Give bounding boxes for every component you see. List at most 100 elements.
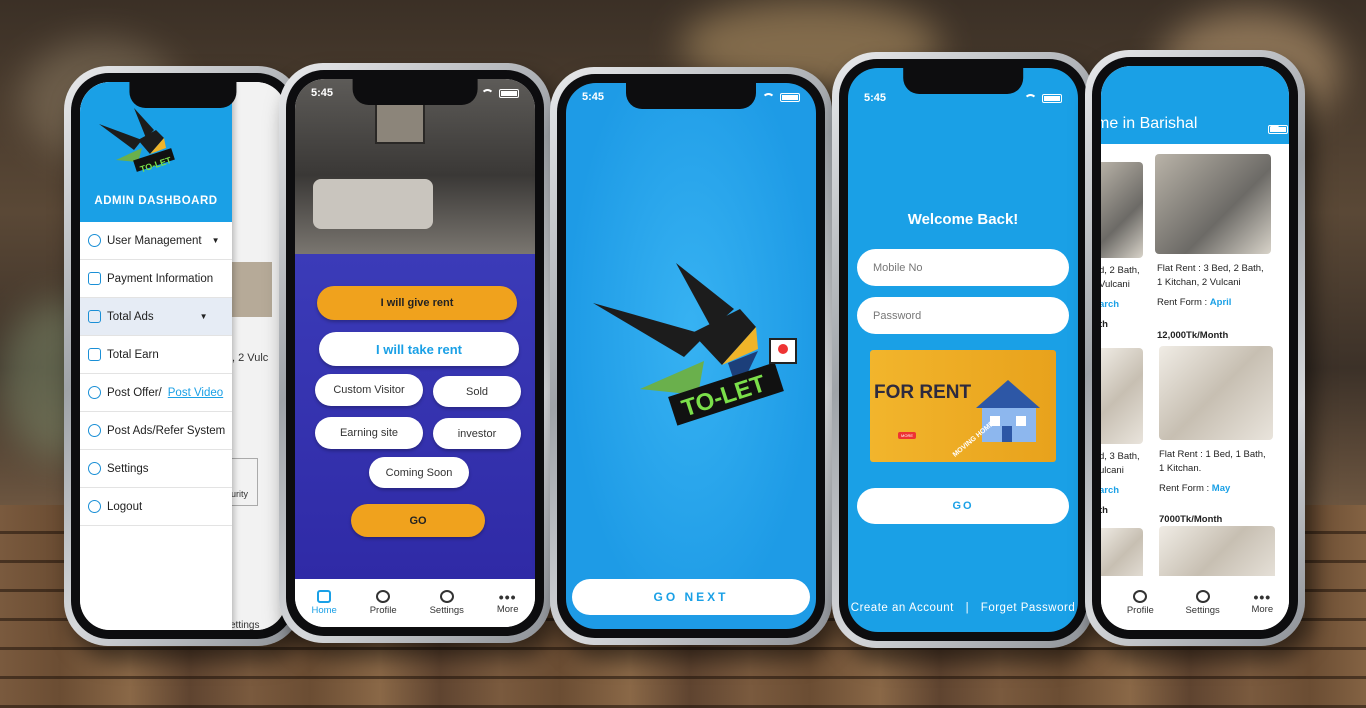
battery-icon [1268,125,1288,134]
menu-label: Post Ads/Refer System [107,424,226,437]
wallet-icon [88,272,101,285]
to-let-bird-logo: TO-LET [99,108,175,174]
notch [626,83,756,109]
give-rent-button[interactable]: I will give rent [317,286,517,320]
tab-label: Home [311,605,337,616]
battery-icon [1042,93,1062,103]
link-separator: | [965,602,970,614]
options-screen: 5:45 I will give rent I will take rent C… [295,79,535,627]
listing-photo[interactable] [1155,154,1271,254]
tab-label: Profile [369,605,397,616]
for-rent-banner[interactable]: FOR RENT MORE MOVING HOME [870,350,1056,462]
status-time: 5:45 [864,92,887,104]
tab-more[interactable]: ••• More [497,588,519,615]
tab-settings[interactable]: Settings [430,590,464,616]
menu-total-earn[interactable]: Total Earn [80,336,232,374]
menu-settings[interactable]: Settings [80,450,232,488]
welcome-heading: Welcome Back! [907,211,1019,228]
caret-down-icon: ▼ [211,236,220,245]
menu-total-ads[interactable]: Total Ads ▼ [80,298,232,336]
go-next-button[interactable]: GO NEXT [572,579,810,615]
menu-label: Settings [107,462,149,475]
wifi-icon [1024,93,1037,103]
phone-admin-dashboard: , 2 Vulc urity ettings TO-LET ADMIN DASH… [64,66,302,646]
wifi-icon [762,92,775,102]
percent-icon [88,386,101,399]
sold-button[interactable]: Sold [433,376,521,407]
rent-month: April [1209,297,1232,308]
listings-title: me in Barishal [1101,115,1198,132]
caret-down-icon: ▼ [199,312,208,321]
forget-password-link[interactable]: Forget Password [981,602,1075,614]
menu-post-ads-refer[interactable]: Post Ads/Refer System [80,412,232,450]
menu-payment-information[interactable]: Payment Information [80,260,232,298]
listing-photo[interactable] [1101,162,1143,258]
menu-logout[interactable]: Logout [80,488,232,526]
notch [903,68,1023,94]
tab-more[interactable]: ••• More [1251,588,1273,615]
profile-icon [1133,590,1148,603]
tab-label: Settings [429,605,464,616]
listing-photo[interactable] [1159,346,1273,440]
menu-post-offer[interactable]: Post Offer/Post Video [80,374,232,412]
listing-card-1-details: Flat Rent : 3 Bed, 2 Bath, 1 Kitchan, 2 … [1157,262,1264,310]
security-tile[interactable]: urity [230,458,258,506]
user-icon [88,234,101,247]
battery-icon [499,88,519,98]
listing-card-2-price: 7000Tk/Month [1159,514,1223,525]
menu-label: Post Offer/ [107,386,162,399]
ads-icon [88,310,101,323]
house-illustration [976,380,1040,442]
notch [352,79,478,105]
gear-icon [439,590,454,603]
earnings-icon [88,348,101,361]
listing-photo[interactable] [1101,348,1143,444]
tab-profile[interactable]: Profile [1127,590,1154,616]
more-dots-icon: ••• [1253,588,1272,605]
listing-card-2-details: Flat Rent : 1 Bed, 1 Bath, 1 Kitchan. Re… [1159,448,1266,496]
tab-label: Profile [1126,605,1154,616]
menu-user-management[interactable]: User Management ▼ [80,222,232,260]
to-let-bird-logo: TO-LET [593,263,797,426]
rent-from-label: Rent Form : [1159,483,1210,494]
login-screen: 5:45 Welcome Back! Mobile No Password FO… [848,68,1078,632]
post-video-link[interactable]: Post Video [168,387,223,399]
status-time: 5:45 [311,87,334,99]
auth-links: Create an Account | Forget Password [848,602,1078,614]
tab-bar: Home Profile Settings ••• More [295,579,535,627]
earning-site-button[interactable]: Earning site [315,417,423,449]
tab-settings[interactable]: Settings [1185,590,1220,616]
menu-label: Total Earn [107,348,159,361]
take-rent-button[interactable]: I will take rent [319,332,519,366]
go-button[interactable]: GO [857,488,1069,524]
more-dots-icon: ••• [498,588,517,605]
listing-partial-details: d, 2 Bath,Vulcaniarchth [1101,265,1140,330]
create-account-link[interactable]: Create an Account [851,602,954,614]
coming-soon-button[interactable]: Coming Soon [369,457,469,488]
listing-partial-details: d, 3 Bath,ulcaniarchth [1101,451,1140,516]
listing-card-1-price: 12,000Tk/Month [1157,330,1229,341]
background-text: , 2 Vulc [232,352,269,364]
drawer-title: ADMIN DASHBOARD [94,195,218,207]
gear-icon [88,462,101,475]
logout-icon [88,500,101,513]
tab-home[interactable]: Home [311,590,337,616]
phone-splash: 5:45 TO-LET GO NEXT [550,67,832,645]
tab-profile[interactable]: Profile [370,590,397,616]
gear-icon [1195,590,1210,603]
home-icon [317,590,332,603]
go-button[interactable]: GO [351,504,485,537]
listings-screen: me in Barishal d, 2 Bath,Vulcaniarchth F… [1101,66,1289,630]
banner-more-button[interactable]: MORE [898,432,916,439]
password-field[interactable]: Password [857,297,1069,334]
mobile-field[interactable]: Mobile No [857,249,1069,286]
listing-rooms: Flat Rent : 3 Bed, 2 Bath, [1157,263,1264,274]
menu-label: User Management [107,234,202,247]
settings-tab-partial[interactable]: ettings [230,620,259,630]
thumbnail [232,262,272,317]
rent-from-label: Rent Form : [1157,297,1208,308]
menu-label: Logout [107,500,143,513]
custom-visitor-button[interactable]: Custom Visitor [315,374,423,406]
listing-extras: 1 Kitchan. [1159,463,1202,474]
investor-button[interactable]: investor [433,418,521,449]
